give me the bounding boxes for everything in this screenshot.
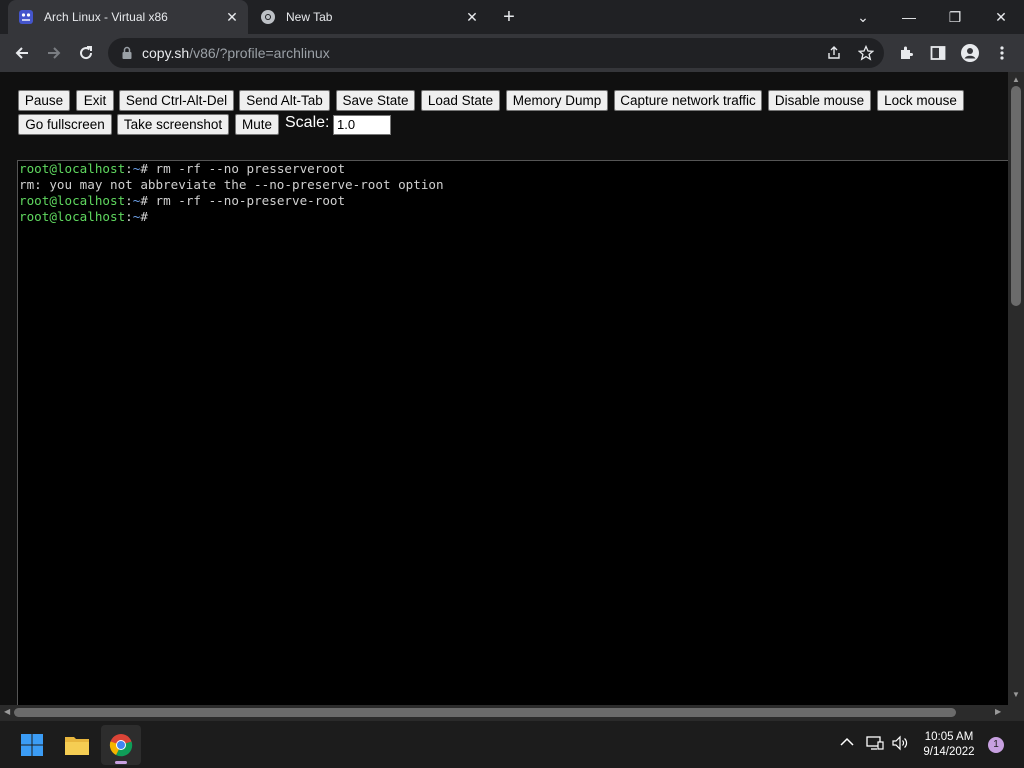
scrollbar-corner bbox=[1008, 705, 1024, 720]
url-path: /v86/?profile=archlinux bbox=[189, 45, 330, 61]
vertical-scrollbar[interactable]: ▲ ▼ bbox=[1008, 72, 1024, 705]
scale-input[interactable]: 1.0 bbox=[333, 115, 391, 135]
chrome-icon bbox=[260, 9, 276, 25]
chrome-taskbar-icon[interactable] bbox=[101, 725, 141, 765]
exit-button[interactable]: Exit bbox=[76, 90, 114, 111]
terminal-line: root@localhost:~# rm -rf --no-preserve-r… bbox=[19, 193, 346, 208]
screenshot-button[interactable]: Take screenshot bbox=[117, 114, 229, 135]
notification-badge[interactable]: 1 bbox=[988, 737, 1004, 753]
horizontal-scrollbar[interactable]: ◀ ▶ bbox=[0, 705, 1008, 720]
url-text: copy.sh/v86/?profile=archlinux bbox=[142, 45, 330, 61]
taskbar-clock[interactable]: 10:05 AM 9/14/2022 bbox=[914, 730, 984, 760]
clock-time: 10:05 AM bbox=[924, 731, 974, 743]
volume-icon[interactable] bbox=[891, 735, 909, 754]
tab-title: Arch Linux - Virtual x86 bbox=[44, 10, 168, 24]
mute-button[interactable]: Mute bbox=[235, 114, 279, 135]
prompt-user: root@localhost bbox=[19, 209, 126, 224]
alt-tab-button[interactable]: Send Alt-Tab bbox=[239, 90, 330, 111]
lock-icon[interactable] bbox=[120, 46, 134, 60]
capture-network-button[interactable]: Capture network traffic bbox=[614, 90, 762, 111]
vertical-scroll-thumb[interactable] bbox=[1011, 86, 1021, 306]
output-text: rm: you may not abbreviate the --no-pres… bbox=[19, 177, 444, 192]
url-host: copy.sh bbox=[142, 45, 190, 61]
pause-button[interactable]: Pause bbox=[18, 90, 70, 111]
windows-start-icon[interactable] bbox=[12, 725, 52, 765]
lock-mouse-button[interactable]: Lock mouse bbox=[877, 90, 964, 111]
file-explorer-icon[interactable] bbox=[57, 725, 97, 765]
command-text: # rm -rf --no-preserve-root bbox=[140, 193, 346, 208]
terminal-line: root@localhost:~# rm -rf --no presserver… bbox=[19, 161, 346, 176]
load-state-button[interactable]: Load State bbox=[421, 90, 500, 111]
scroll-up-icon[interactable]: ▲ bbox=[1012, 75, 1020, 84]
scroll-left-icon[interactable]: ◀ bbox=[4, 707, 10, 716]
scale-label: Scale: bbox=[285, 114, 330, 131]
save-state-button[interactable]: Save State bbox=[336, 90, 415, 111]
terminal-screen[interactable]: root@localhost:~# rm -rf --no presserver… bbox=[17, 160, 1008, 705]
network-icon[interactable] bbox=[866, 735, 884, 754]
command-text: # bbox=[140, 209, 148, 224]
minimize-icon[interactable]: — bbox=[886, 0, 932, 34]
close-tab-icon[interactable]: ✕ bbox=[222, 7, 242, 27]
forward-icon[interactable] bbox=[42, 41, 66, 65]
disable-mouse-button[interactable]: Disable mouse bbox=[768, 90, 871, 111]
windows-taskbar: 10:05 AM 9/14/2022 1 bbox=[0, 720, 1024, 768]
close-window-icon[interactable]: ✕ bbox=[978, 0, 1024, 34]
close-tab-icon[interactable]: ✕ bbox=[462, 7, 482, 27]
ctrl-alt-del-button[interactable]: Send Ctrl-Alt-Del bbox=[119, 90, 234, 111]
tab-search-icon[interactable]: ⌄ bbox=[840, 0, 886, 34]
clock-date: 9/14/2022 bbox=[923, 746, 975, 758]
horizontal-scroll-thumb[interactable] bbox=[14, 708, 956, 717]
fullscreen-button[interactable]: Go fullscreen bbox=[18, 114, 112, 135]
active-app-indicator bbox=[115, 761, 127, 764]
browser-tabstrip: Arch Linux - Virtual x86 ✕ New Tab ✕ + ⌄… bbox=[0, 0, 1024, 34]
tab-new-tab[interactable]: New Tab ✕ bbox=[250, 0, 488, 34]
reload-icon[interactable] bbox=[74, 41, 98, 65]
command-text: # rm -rf --no presserveroot bbox=[140, 161, 346, 176]
back-icon[interactable] bbox=[10, 41, 34, 65]
show-hidden-icons-icon[interactable] bbox=[840, 735, 854, 750]
scroll-right-icon[interactable]: ▶ bbox=[995, 707, 1001, 716]
side-panel-icon[interactable] bbox=[928, 43, 948, 63]
prompt-user: root@localhost bbox=[19, 193, 126, 208]
extensions-icon[interactable] bbox=[896, 43, 916, 63]
v86-page: Pause Exit Send Ctrl-Alt-Del Send Alt-Ta… bbox=[0, 72, 1008, 705]
v86-favicon-icon bbox=[18, 9, 34, 25]
restore-icon[interactable]: ❐ bbox=[932, 0, 978, 34]
prompt-user: root@localhost bbox=[19, 161, 126, 176]
tab-arch-linux[interactable]: Arch Linux - Virtual x86 ✕ bbox=[8, 0, 248, 34]
tab-title: New Tab bbox=[286, 10, 333, 24]
share-icon[interactable] bbox=[826, 45, 842, 61]
memory-dump-button[interactable]: Memory Dump bbox=[506, 90, 608, 111]
browser-toolbar: copy.sh/v86/?profile=archlinux bbox=[0, 34, 1024, 72]
profile-avatar-icon[interactable] bbox=[960, 43, 980, 63]
bookmark-star-icon[interactable] bbox=[857, 44, 875, 61]
new-tab-button[interactable]: + bbox=[498, 7, 520, 29]
terminal-line: root@localhost:~# bbox=[19, 209, 148, 224]
browser-menu-icon[interactable] bbox=[992, 43, 1012, 63]
address-bar[interactable]: copy.sh/v86/?profile=archlinux bbox=[108, 38, 884, 68]
terminal-line: rm: you may not abbreviate the --no-pres… bbox=[19, 177, 1008, 193]
scroll-down-icon[interactable]: ▼ bbox=[1012, 690, 1020, 699]
